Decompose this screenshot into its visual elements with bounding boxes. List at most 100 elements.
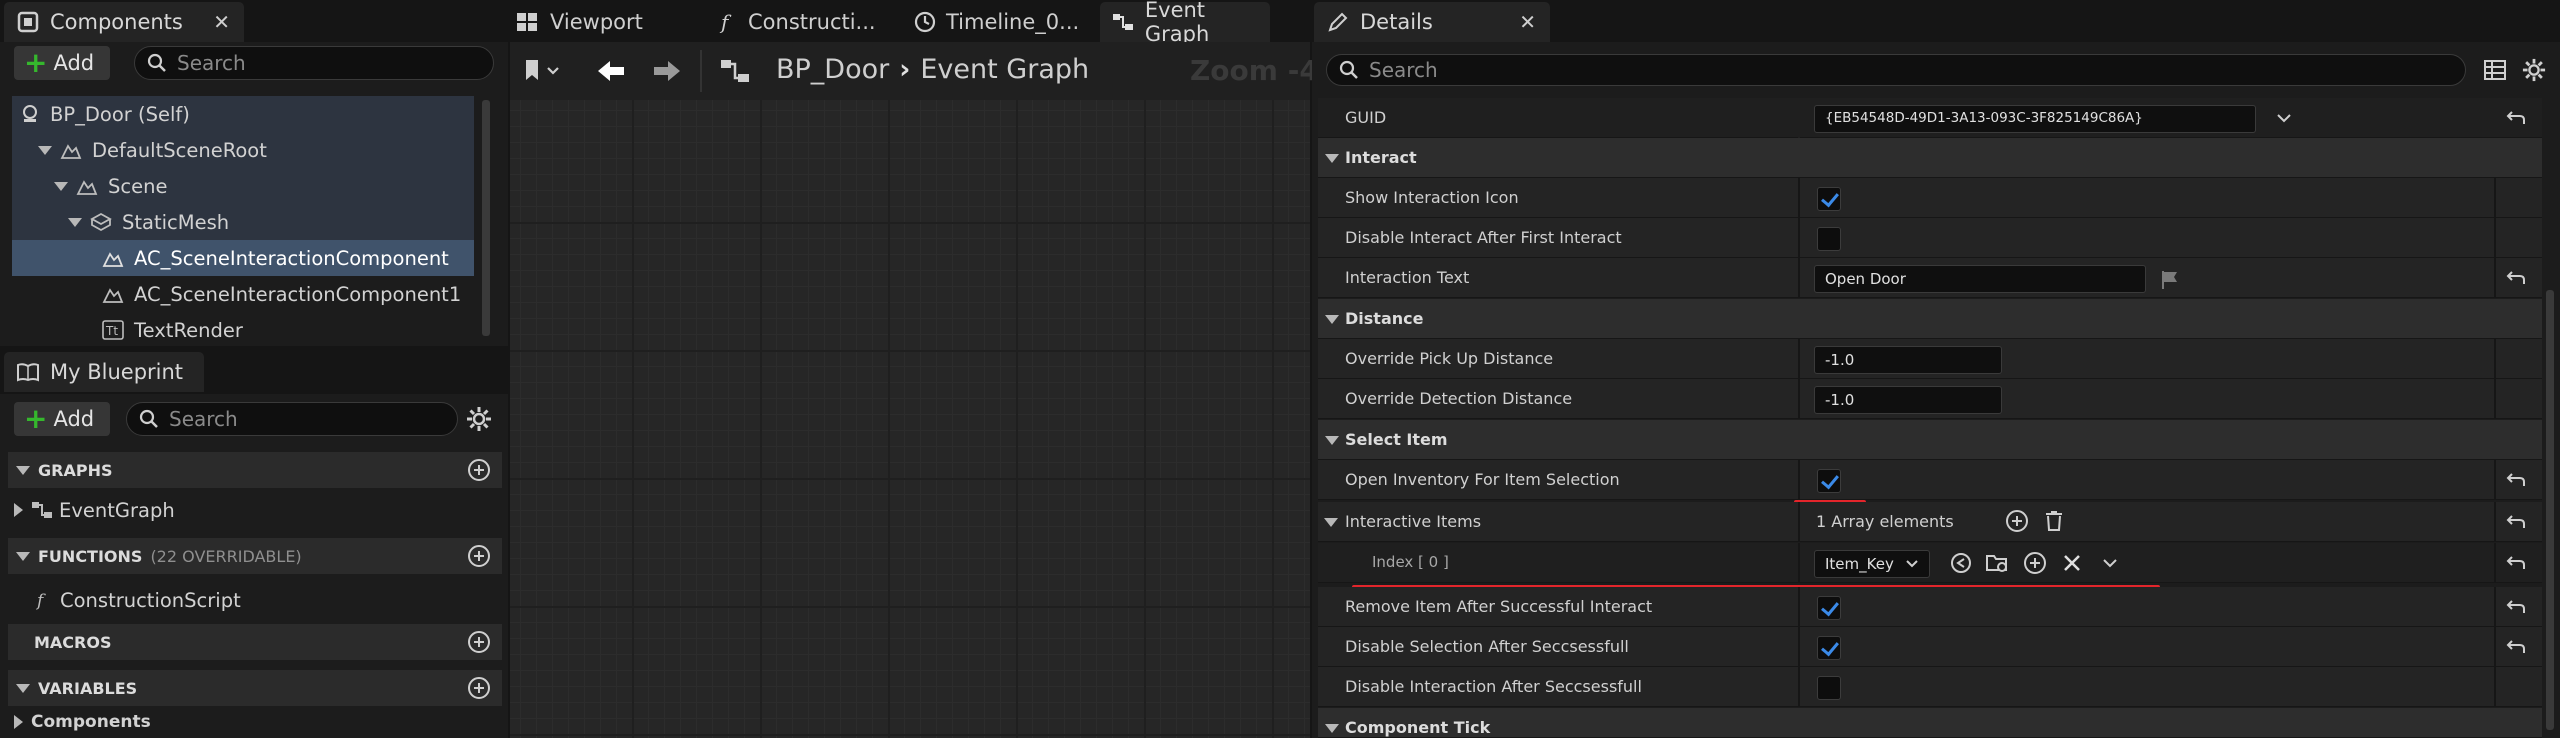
svg-text:f: f: [719, 11, 732, 33]
gear-icon[interactable]: [466, 406, 492, 432]
reset-arrow-icon[interactable]: [2506, 554, 2526, 572]
add-variable-button[interactable]: [468, 677, 490, 699]
gear-icon[interactable]: [2522, 58, 2546, 82]
graph-item-eventgraph[interactable]: EventGraph: [0, 492, 462, 528]
add-circle-icon: [2006, 510, 2028, 532]
graph-canvas[interactable]: [510, 100, 1310, 738]
browse-folder-icon[interactable]: [1986, 552, 2010, 574]
expand-arrow-icon[interactable]: [1325, 436, 1339, 445]
disable-after-first-checkbox[interactable]: [1817, 227, 1841, 251]
tree-item-default-scene-root[interactable]: DefaultSceneRoot: [12, 132, 474, 168]
expand-arrow-icon[interactable]: [1325, 724, 1339, 733]
expand-arrow-icon[interactable]: [14, 503, 23, 517]
remove-item-checkbox[interactable]: [1817, 596, 1841, 620]
table-view-icon[interactable]: [2484, 60, 2506, 80]
expand-arrow-icon[interactable]: [68, 217, 82, 227]
components-add-button[interactable]: + Add: [14, 46, 110, 80]
tab-event-graph[interactable]: Event Graph: [1100, 0, 1270, 46]
trash-icon[interactable]: [2044, 510, 2064, 532]
clear-icon[interactable]: [2062, 553, 2082, 573]
disable-selection-checkbox[interactable]: [1817, 636, 1841, 660]
use-selected-icon[interactable]: [1950, 552, 1972, 574]
tab-timeline[interactable]: Timeline_0...: [914, 2, 1079, 42]
disable-interaction-checkbox[interactable]: [1817, 676, 1841, 700]
insert-element-button[interactable]: [2024, 552, 2046, 574]
expand-arrow-icon[interactable]: [1324, 518, 1338, 527]
components-scrollbar[interactable]: [482, 100, 490, 336]
components-search-input[interactable]: Search: [134, 46, 494, 80]
search-icon: [1339, 60, 1359, 80]
tree-item-static-mesh[interactable]: StaticMesh: [12, 204, 474, 240]
header-component-tick[interactable]: Component Tick: [1318, 708, 2542, 738]
detection-distance-field[interactable]: -1.0: [1814, 386, 2002, 414]
tree-item-bp-door[interactable]: BP_Door (Self): [12, 96, 474, 132]
forward-arrow-icon[interactable]: [652, 58, 682, 84]
close-icon[interactable]: ✕: [213, 10, 230, 34]
index-label: Index [ 0 ]: [1372, 553, 1449, 571]
reset-arrow-icon[interactable]: [2506, 269, 2526, 287]
details-search-input[interactable]: Search: [1326, 54, 2466, 86]
section-variables[interactable]: VARIABLES: [8, 670, 502, 706]
tab-viewport-label: Viewport: [550, 10, 643, 34]
function-icon: f: [34, 590, 54, 610]
item-key-dropdown[interactable]: Item_Key: [1814, 550, 1930, 578]
reset-arrow-icon[interactable]: [2506, 109, 2526, 127]
header-interact[interactable]: Interact: [1318, 138, 2542, 178]
expand-arrow-icon[interactable]: [16, 683, 30, 693]
section-graphs-label: GRAPHS: [38, 460, 113, 480]
expand-arrow-icon[interactable]: [14, 715, 23, 729]
expand-arrow-icon[interactable]: [54, 181, 68, 191]
reset-arrow-icon[interactable]: [2506, 471, 2526, 489]
reset-arrow-icon[interactable]: [2506, 598, 2526, 616]
breadcrumb-root[interactable]: BP_Door: [776, 54, 889, 85]
tree-item-ac-scene-interaction-component[interactable]: AC_SceneInteractionComponent: [12, 240, 474, 276]
tree-item-ac-scene-interaction-component1[interactable]: AC_SceneInteractionComponent1: [12, 276, 474, 312]
show-icon-checkbox[interactable]: [1817, 187, 1841, 211]
section-graphs[interactable]: GRAPHS: [8, 452, 502, 488]
pickup-label: Override Pick Up Distance: [1345, 349, 1554, 368]
tree-item-scene[interactable]: Scene: [12, 168, 474, 204]
expand-arrow-icon[interactable]: [38, 145, 52, 155]
pickup-distance-field[interactable]: -1.0: [1814, 346, 2002, 374]
blueprint-search-input[interactable]: Search: [126, 402, 458, 436]
row-interaction-text: Interaction Text Open Door: [1318, 258, 2542, 298]
add-graph-button[interactable]: [468, 459, 490, 481]
chevron-down-icon[interactable]: [2276, 112, 2292, 124]
tab-construction-script[interactable]: f Constructi...: [718, 2, 876, 42]
section-functions[interactable]: FUNCTIONS (22 OVERRIDABLE): [8, 538, 502, 574]
function-item-construction-script[interactable]: f ConstructionScript: [0, 582, 462, 618]
close-icon[interactable]: ✕: [1519, 10, 1536, 34]
section-macros-label: MACROS: [34, 632, 112, 652]
back-arrow-icon[interactable]: [596, 58, 626, 84]
bookmark-button[interactable]: [522, 58, 562, 84]
components-tab[interactable]: Components ✕: [4, 2, 244, 42]
add-element-button[interactable]: [2006, 510, 2028, 532]
expand-arrow-icon[interactable]: [1325, 315, 1339, 324]
details-tab[interactable]: Details ✕: [1314, 2, 1550, 42]
header-select-item[interactable]: Select Item: [1318, 420, 2542, 460]
add-function-button[interactable]: [468, 545, 490, 567]
tab-viewport[interactable]: Viewport: [516, 2, 643, 42]
header-distance[interactable]: Distance: [1318, 299, 2542, 339]
reset-arrow-icon[interactable]: [2506, 513, 2526, 531]
variable-category-components[interactable]: Components: [0, 706, 462, 738]
disable-interaction-label: Disable Interaction After Seccsessfull: [1345, 677, 1642, 696]
my-blueprint-tab[interactable]: My Blueprint: [4, 352, 204, 392]
interaction-text-field[interactable]: Open Door: [1814, 265, 2146, 293]
section-macros[interactable]: MACROS: [8, 624, 502, 660]
interaction-text-label: Interaction Text: [1345, 268, 1470, 287]
add-macro-button[interactable]: [468, 631, 490, 653]
details-scrollbar[interactable]: [2546, 290, 2554, 730]
tree-item-label: AC_SceneInteractionComponent1: [134, 282, 462, 306]
chevron-down-icon[interactable]: [2102, 557, 2118, 569]
open-inventory-checkbox[interactable]: [1817, 469, 1841, 493]
blueprint-add-button[interactable]: + Add: [14, 402, 110, 436]
tree-item-text-render[interactable]: Tt TextRender: [12, 312, 474, 348]
expand-arrow-icon[interactable]: [16, 551, 30, 561]
expand-arrow-icon[interactable]: [16, 465, 30, 475]
tree-item-label: StaticMesh: [122, 210, 230, 234]
reset-arrow-icon[interactable]: [2506, 638, 2526, 656]
expand-arrow-icon[interactable]: [1325, 154, 1339, 163]
flag-icon[interactable]: [2160, 270, 2180, 290]
guid-field[interactable]: {EB54548D-49D1-3A13-093C-3F825149C86A}: [1814, 105, 2256, 133]
